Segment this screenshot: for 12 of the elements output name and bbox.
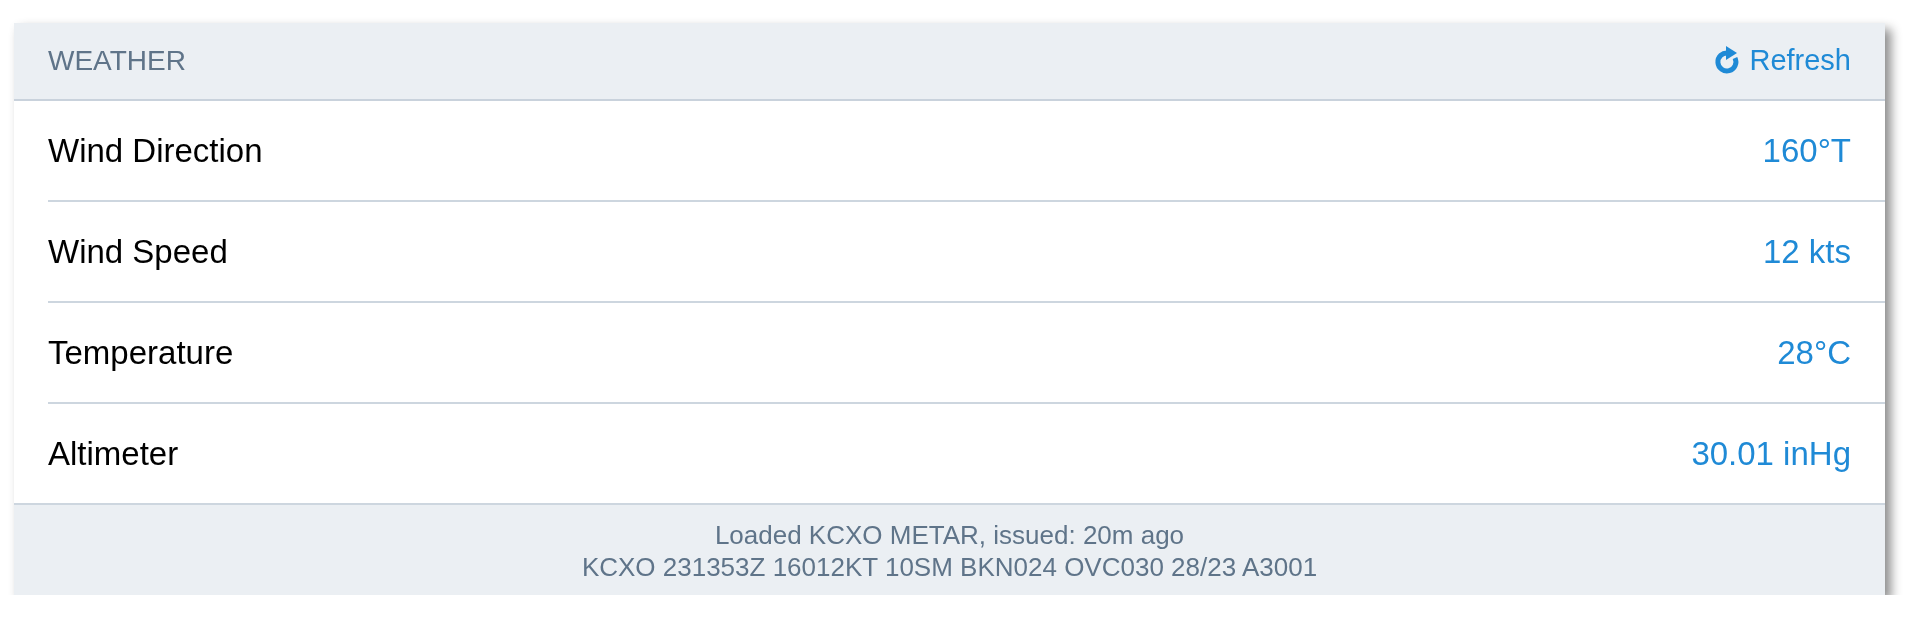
row-value: 12 kts	[1762, 231, 1851, 272]
panel-title: WEATHER	[48, 44, 186, 78]
row-label: Wind Direction	[48, 130, 263, 171]
row-label: Wind Speed	[48, 231, 228, 272]
row-label: Altimeter	[48, 433, 179, 474]
metar-text: KCXO 231353Z 16012KT 10SM BKN024 OVC030 28/23 A3001	[580, 551, 1319, 583]
row-label: Temperature	[48, 332, 234, 373]
row-value: 28°C	[1777, 332, 1851, 373]
refresh-button[interactable]: Refresh	[1715, 39, 1851, 83]
status-text: Loaded KCXO METAR, issued: 20m ago	[713, 519, 1186, 551]
row-value: 30.01 inHg	[1691, 433, 1851, 474]
row-value: 160°T	[1762, 130, 1851, 171]
